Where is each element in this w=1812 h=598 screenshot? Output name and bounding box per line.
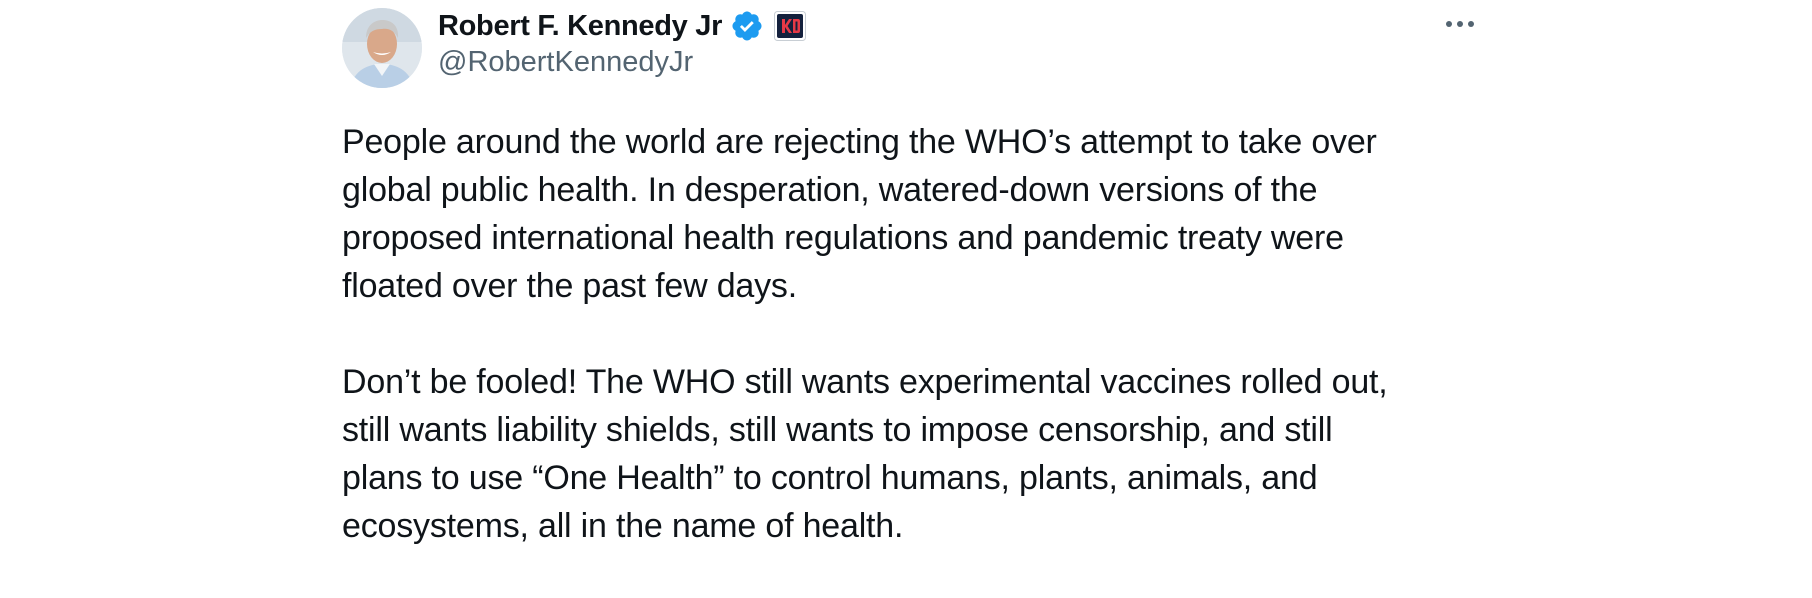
avatar-photo-icon (342, 8, 422, 88)
text-line: ecosystems, all in the name of health. (342, 507, 904, 545)
avatar[interactable] (342, 8, 422, 88)
author-handle[interactable]: @RobertKennedyJr (438, 46, 693, 79)
text-line: plans to use “One Health” to control hum… (342, 459, 1318, 497)
text-line: global public health. In desperation, wa… (342, 171, 1318, 209)
tweet-card: Robert F. Kennedy Jr @RobertKennedyJr Pe… (342, 0, 1482, 556)
text-line: still wants liability shields, still wan… (342, 411, 1333, 449)
verified-badge-icon[interactable] (730, 9, 764, 43)
campaign-logo-icon[interactable] (774, 11, 807, 41)
author-name-row: Robert F. Kennedy Jr (438, 6, 807, 46)
author-display-name[interactable]: Robert F. Kennedy Jr (438, 10, 722, 43)
text-line: People around the world are rejecting th… (342, 123, 1377, 161)
tweet-text: People around the world are rejecting th… (342, 118, 1482, 598)
text-line: floated over the past few days. (342, 267, 797, 305)
more-options-icon (1446, 21, 1474, 27)
more-options-button[interactable] (1438, 10, 1482, 38)
text-line: proposed international health regulation… (342, 219, 1344, 257)
tweet-paragraph: Don’t be fooled! The WHO still wants exp… (342, 358, 1482, 550)
text-line: Don’t be fooled! The WHO still wants exp… (342, 363, 1388, 401)
tweet-paragraph: People around the world are rejecting th… (342, 118, 1482, 310)
